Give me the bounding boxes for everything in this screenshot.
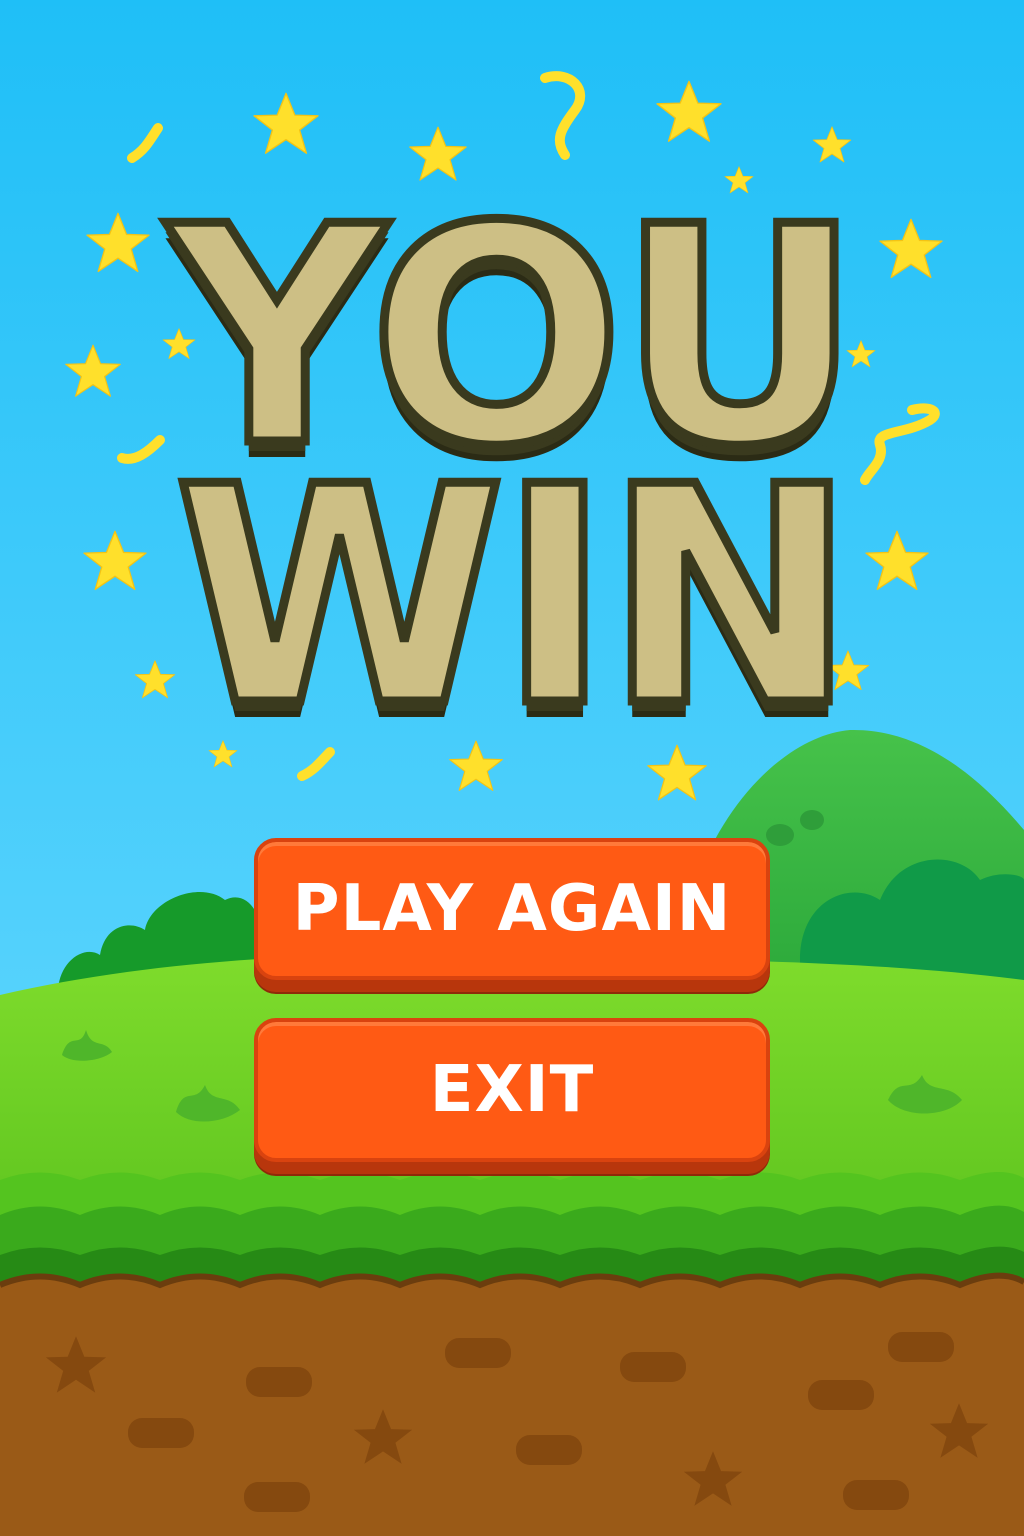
- title-win-text: WIN: [170, 423, 861, 772]
- play-again-button[interactable]: PLAY AGAIN: [254, 838, 770, 980]
- exit-button[interactable]: EXIT: [254, 1018, 770, 1162]
